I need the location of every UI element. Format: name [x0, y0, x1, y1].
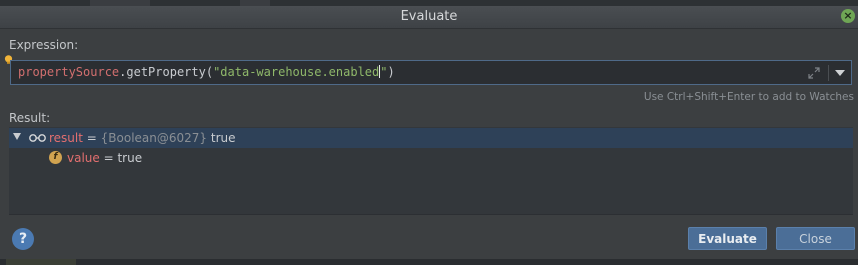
expression-input[interactable]: propertySource.getProperty("data-warehou… — [10, 60, 852, 85]
expression-code: propertySource.getProperty("data-warehou… — [18, 65, 395, 79]
chevron-down-icon[interactable] — [835, 70, 845, 76]
equals-sign: = — [99, 151, 118, 165]
background-bottom-strip — [0, 259, 858, 265]
result-tree[interactable]: result = {Boolean@6027} true f value = t… — [9, 127, 853, 215]
equals-sign: = — [82, 131, 101, 145]
expression-label: Expression: — [9, 38, 79, 52]
expression-method: .getProperty( — [119, 65, 214, 79]
variable-name: result — [49, 131, 83, 145]
help-button[interactable]: ? — [12, 228, 34, 250]
expand-icon[interactable] — [807, 66, 821, 80]
dropdown-separator — [828, 65, 829, 81]
tree-row-text: result = {Boolean@6027} true — [49, 131, 236, 145]
glasses-icon — [29, 134, 46, 142]
close-icon[interactable]: × — [841, 9, 855, 23]
object-type: {Boolean@6027} — [100, 131, 208, 145]
close-button[interactable]: Close — [776, 227, 855, 250]
field-value: true — [117, 151, 143, 165]
background-label — [6, 259, 76, 265]
expression-close-paren: ) — [387, 65, 395, 79]
tree-row-result[interactable]: result = {Boolean@6027} true — [9, 128, 853, 148]
expression-string: "data-warehouse.enabled — [213, 65, 380, 79]
evaluate-button[interactable]: Evaluate — [688, 227, 767, 250]
result-label: Result: — [9, 111, 51, 125]
tree-row-value[interactable]: f value = true — [9, 148, 853, 168]
field-icon: f — [49, 151, 62, 164]
variable-value: true — [207, 131, 236, 145]
tree-row-text: value = true — [67, 151, 142, 165]
expression-object: propertySource — [18, 65, 120, 79]
watches-hint: Use Ctrl+Shift+Enter to add to Watches — [643, 91, 854, 103]
dialog-title: Evaluate — [400, 9, 458, 24]
title-bar: Evaluate × — [0, 6, 858, 29]
field-name: value — [67, 151, 100, 165]
collapse-triangle-icon[interactable] — [13, 133, 21, 140]
evaluate-dialog: Evaluate × Expression: propertySource.ge… — [0, 0, 858, 265]
